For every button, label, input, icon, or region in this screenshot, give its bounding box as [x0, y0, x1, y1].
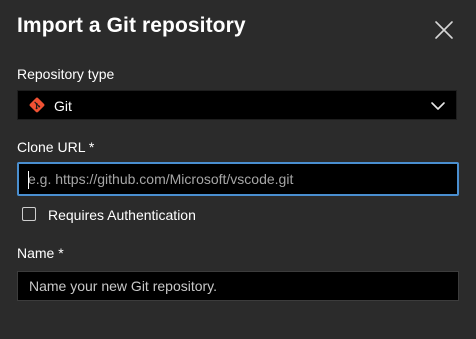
repository-type-value: Git — [54, 98, 72, 114]
git-icon — [29, 97, 45, 113]
repository-name-input[interactable] — [17, 271, 459, 301]
import-git-repository-dialog: Import a Git repository Repository type … — [0, 0, 476, 339]
clone-url-label: Clone URL * — [17, 139, 95, 155]
repository-type-dropdown[interactable]: Git — [17, 90, 457, 120]
close-button[interactable] — [432, 18, 456, 42]
dialog-title: Import a Git repository — [17, 14, 246, 37]
name-label: Name * — [17, 245, 64, 261]
close-icon — [435, 21, 453, 39]
requires-authentication-label[interactable]: Requires Authentication — [48, 207, 196, 223]
requires-authentication-checkbox[interactable] — [22, 207, 36, 221]
clone-url-input[interactable] — [17, 162, 459, 196]
text-caret — [28, 171, 29, 189]
chevron-down-icon — [431, 102, 445, 110]
repository-type-label: Repository type — [17, 66, 115, 82]
